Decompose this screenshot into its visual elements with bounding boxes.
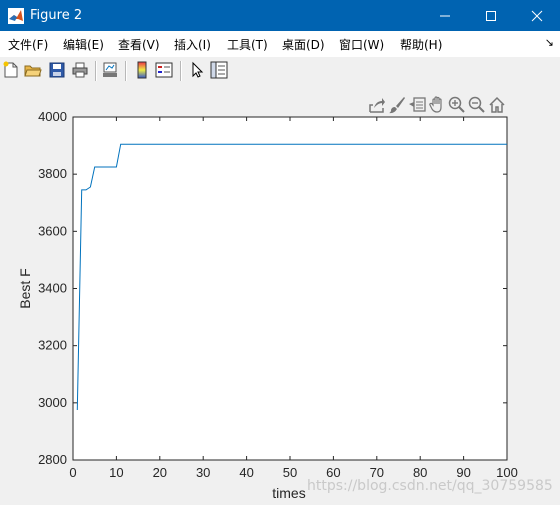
x-tick-label: 30 — [196, 465, 210, 480]
x-tick-label: 10 — [109, 465, 123, 480]
y-tick-label: 3400 — [38, 281, 67, 296]
x-tick-label: 0 — [69, 465, 76, 480]
y-tick-label: 3000 — [38, 395, 67, 410]
csdn-watermark: https://blog.csdn.net/qq_30759585 — [307, 478, 553, 494]
y-axis-label: Best F — [17, 268, 33, 308]
y-tick-label: 3800 — [38, 166, 67, 181]
axes-box — [72, 116, 508, 461]
x-axis-label: times — [272, 485, 305, 501]
x-tick-label: 40 — [239, 465, 253, 480]
y-tick-label: 2800 — [38, 452, 67, 467]
best-f-chart[interactable]: 0 10 20 30 40 50 60 70 80 90 100280030003200340036… — [0, 0, 560, 505]
y-tick-label: 4000 — [38, 109, 67, 124]
x-tick-label: 20 — [153, 465, 167, 480]
y-tick-label: 3600 — [38, 223, 67, 238]
x-tick-label: 50 — [283, 465, 297, 480]
y-tick-label: 3200 — [38, 338, 67, 353]
